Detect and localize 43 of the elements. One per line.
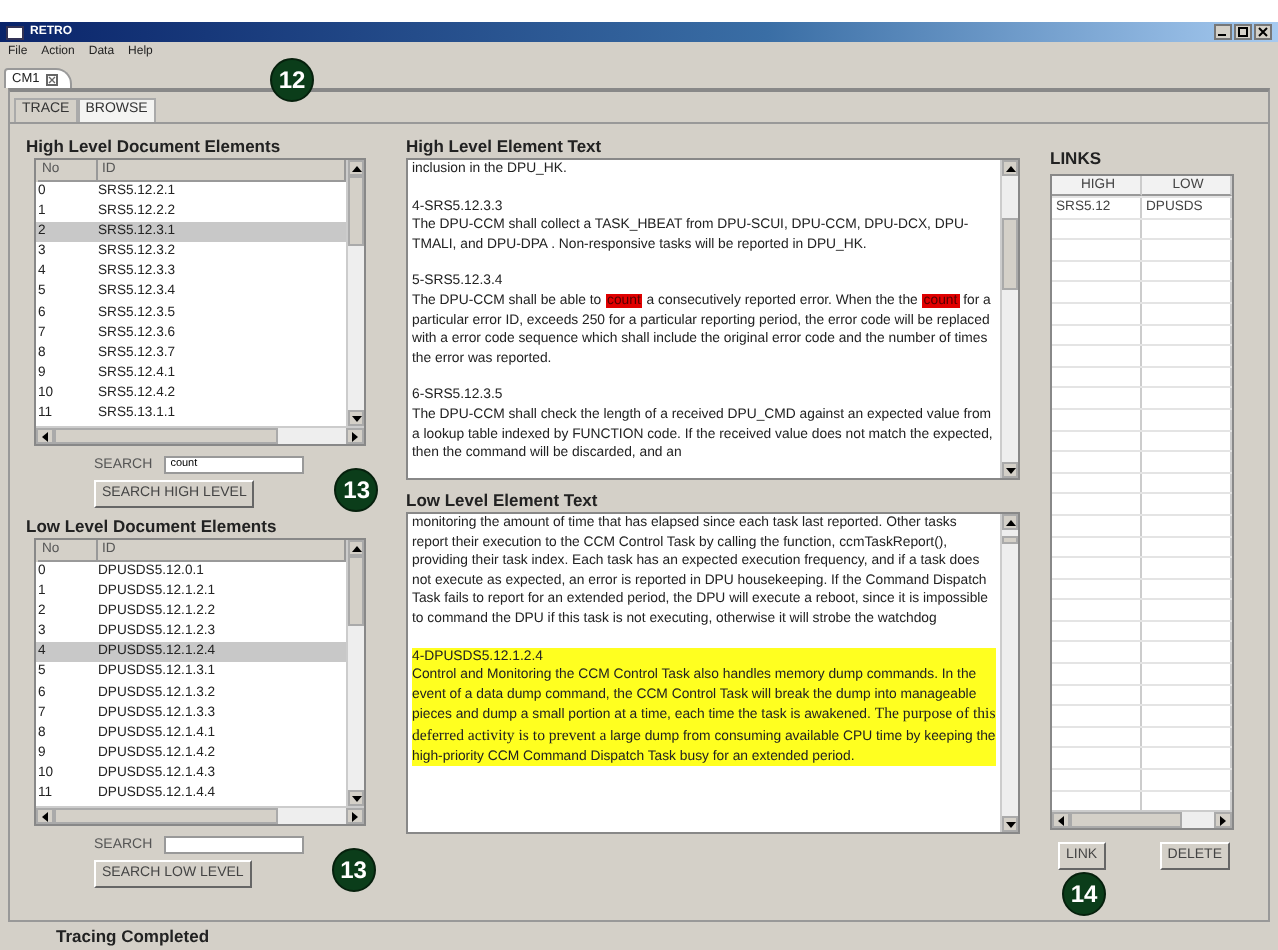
arrow-left-icon [42,431,48,441]
arrow-left-icon [1058,815,1064,825]
section-heading: Low Level Document Elements [26,516,279,538]
text-area[interactable] [406,158,1020,480]
callout-badge: 12 [270,58,314,102]
status-text: Tracing Completed [56,926,210,946]
horizontal-scrollbar[interactable] [36,426,364,444]
arrow-down-icon [1005,821,1015,827]
arrow-down-icon [351,415,361,421]
section-heading: Low Level Element Text [406,490,600,512]
scrollbar-thumb[interactable] [348,176,364,247]
vertical-scrollbar[interactable] [346,160,364,426]
scrollbar-thumb[interactable] [1002,535,1018,545]
section-heading: High Level Element Text [406,136,604,158]
horizontal-scrollbar[interactable] [1052,810,1232,828]
arrow-down-icon [1005,467,1015,473]
horizontal-scrollbar[interactable] [36,806,364,824]
scrollbar-thumb[interactable] [1002,218,1018,291]
scrollbar-thumb[interactable] [1070,812,1182,828]
vertical-scrollbar[interactable] [1000,160,1018,478]
callout-badge: 14 [1062,872,1106,916]
arrow-right-icon [1220,815,1226,825]
search-field[interactable] [164,835,305,853]
arrow-up-icon [351,545,361,551]
section-heading: High Level Document Elements [26,136,283,158]
scrollbar-thumb[interactable] [54,808,277,824]
arrow-right-icon [352,811,358,821]
arrow-up-icon [1005,165,1015,171]
arrow-right-icon [352,431,358,441]
arrow-up-icon [351,165,361,171]
scrollbar-thumb[interactable] [348,556,364,627]
callout-badge: 13 [334,468,379,512]
text-area[interactable] [406,512,1020,834]
arrow-down-icon [351,795,361,801]
close-icon [45,73,58,85]
arrow-left-icon [42,811,48,821]
callout-badge: 13 [331,848,376,892]
section-heading: LINKS [1050,148,1103,170]
arrow-up-icon [1005,519,1015,525]
vertical-scrollbar[interactable] [1000,514,1018,832]
vertical-scrollbar[interactable] [346,540,364,806]
scrollbar-thumb[interactable] [54,428,277,444]
app-icon [6,25,24,39]
